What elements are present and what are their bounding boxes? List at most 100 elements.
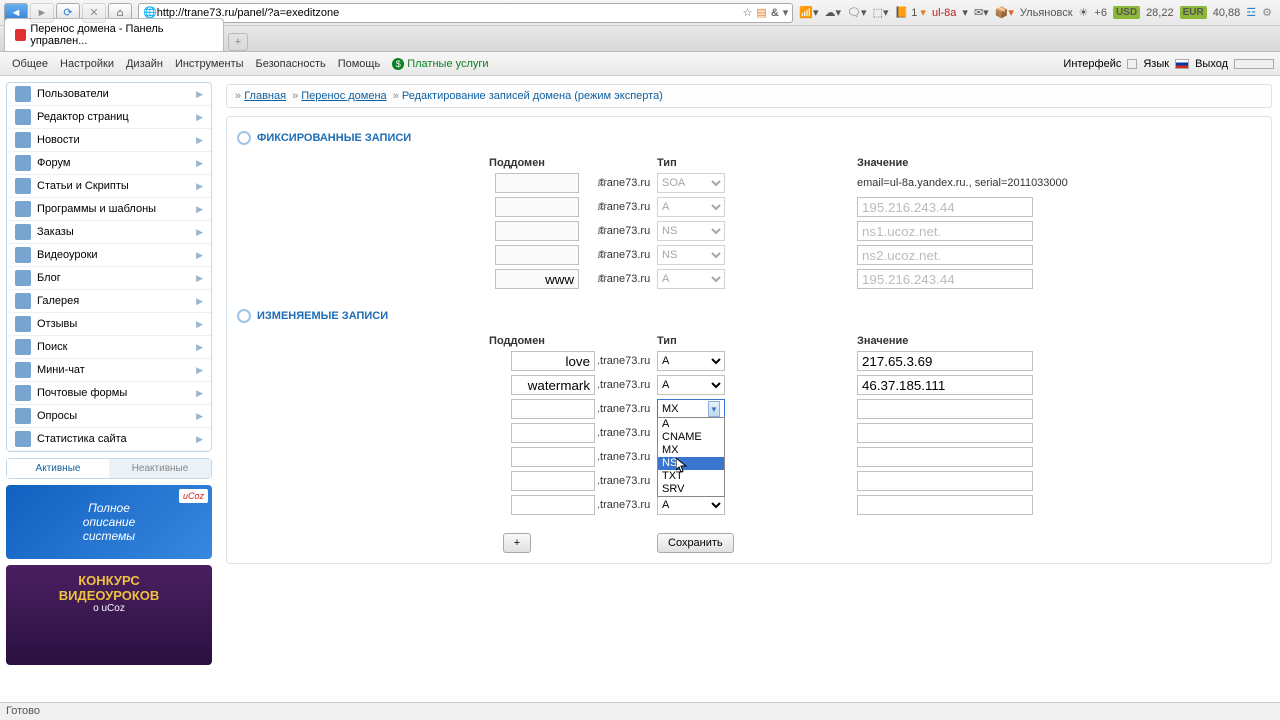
cube-icon[interactable]: 📦▾ <box>995 6 1014 19</box>
subdomain-input[interactable] <box>511 423 595 443</box>
sidebar-item-5[interactable]: Программы и шаблоны▶ <box>7 198 211 221</box>
sidebar-icon <box>15 339 31 355</box>
browser-tab[interactable]: Перенос домена - Панель управлен... <box>4 18 224 51</box>
chevron-right-icon: ▶ <box>196 365 203 376</box>
iface-toggle-icon[interactable] <box>1127 59 1137 69</box>
banner-contest[interactable]: КОНКУРС ВИДЕОУРОКОВ о uCoz <box>6 565 212 665</box>
subdomain-input[interactable] <box>511 399 595 419</box>
value-input[interactable] <box>857 471 1033 491</box>
sidebar-item-14[interactable]: Опросы▶ <box>7 405 211 428</box>
rank-badge[interactable]: 📙 1 ▾ <box>894 6 925 19</box>
sidebar-item-label: Редактор страниц <box>37 111 129 123</box>
subdomain-input[interactable] <box>511 447 595 467</box>
menu-help[interactable]: Помощь <box>332 58 387 70</box>
dropdown-option[interactable]: MX <box>658 444 724 457</box>
menu-security[interactable]: Безопасность <box>250 58 332 70</box>
balloon-icon[interactable]: 🗨▾ <box>847 6 867 19</box>
menu-paid[interactable]: Платные услуги <box>386 58 494 70</box>
menu-settings[interactable]: Настройки <box>54 58 120 70</box>
mail-icon[interactable]: ✉▾ <box>974 6 989 19</box>
value-input[interactable] <box>857 423 1033 443</box>
iface-label[interactable]: Интерфейс <box>1063 58 1121 70</box>
sidebar-item-label: Опросы <box>37 410 77 422</box>
header-type: Тип <box>657 157 857 169</box>
amp-icon[interactable]: & <box>771 7 779 19</box>
breadcrumb-transfer[interactable]: Перенос домена <box>301 90 386 102</box>
sidebar-item-10[interactable]: Отзывы▶ <box>7 313 211 336</box>
type-select[interactable]: A <box>657 375 725 395</box>
new-tab-button[interactable]: + <box>228 33 248 51</box>
sidebar-item-label: Статьи и Скрипты <box>37 180 129 192</box>
sidebar-item-8[interactable]: Блог▶ <box>7 267 211 290</box>
address-bar[interactable]: 🌐 ☆ ▤ & ▾ <box>138 3 793 23</box>
domain-suffix: .trane73.ru <box>597 379 657 391</box>
app-icon[interactable]: ⬚▾ <box>873 6 889 19</box>
sidebar-item-1[interactable]: Редактор страниц▶ <box>7 106 211 129</box>
forward-button[interactable]: ► <box>30 3 54 23</box>
dropdown-option[interactable]: CNAME <box>658 431 724 444</box>
sidebar-item-6[interactable]: Заказы▶ <box>7 221 211 244</box>
menu-tools[interactable]: Инструменты <box>169 58 250 70</box>
type-select-open[interactable]: MX▼ <box>657 399 725 419</box>
add-row-button[interactable]: + <box>503 533 531 553</box>
subdomain-input[interactable] <box>511 375 595 395</box>
subdomain-input[interactable] <box>511 471 595 491</box>
sidebar-item-label: Почтовые формы <box>37 387 127 399</box>
edit-row: .trane73.ruA <box>237 373 1261 397</box>
sidebar-item-7[interactable]: Видеоуроки▶ <box>7 244 211 267</box>
type-select[interactable]: A <box>657 351 725 371</box>
value-input[interactable] <box>857 495 1033 515</box>
value-input[interactable] <box>857 375 1033 395</box>
value-input[interactable] <box>857 351 1033 371</box>
save-button[interactable]: Сохранить <box>657 533 734 553</box>
sync-icon[interactable]: ☲ <box>1246 6 1256 19</box>
dropdown-option[interactable]: TXT <box>658 470 724 483</box>
cloud-icon[interactable]: ☁▾ <box>825 6 842 19</box>
dropdown-arrow-icon[interactable]: ▼ <box>708 401 720 417</box>
menu-design[interactable]: Дизайн <box>120 58 169 70</box>
subdomain-input[interactable] <box>511 351 595 371</box>
sidebar-item-label: Блог <box>37 272 61 284</box>
dropdown-icon[interactable]: ▾ <box>783 6 789 19</box>
dropdown-option[interactable]: NS <box>658 457 724 470</box>
sidebar-item-9[interactable]: Галерея▶ <box>7 290 211 313</box>
subdomain-input[interactable] <box>511 495 595 515</box>
sidebar-item-11[interactable]: Поиск▶ <box>7 336 211 359</box>
sidebar-item-2[interactable]: Новости▶ <box>7 129 211 152</box>
sidebar-item-3[interactable]: Форум▶ <box>7 152 211 175</box>
zoom-slider[interactable] <box>1234 59 1274 69</box>
star-icon[interactable]: ☆ <box>743 6 753 19</box>
lang-label[interactable]: Язык <box>1143 58 1169 70</box>
sidebar-item-0[interactable]: Пользователи▶ <box>7 83 211 106</box>
tab-inactive[interactable]: Неактивные <box>109 459 211 478</box>
banner-system-description[interactable]: Полное описание системы uCoz <box>6 485 212 559</box>
type-select[interactable]: A <box>657 495 725 515</box>
value-input[interactable] <box>857 447 1033 467</box>
fixed-row: ⚙.trane73.ruSOAemail=ul-8a.yandex.ru., s… <box>237 171 1261 195</box>
tab-active[interactable]: Активные <box>7 459 109 478</box>
user-label[interactable]: ul-8a <box>932 7 956 19</box>
sidebar-item-label: Отзывы <box>37 318 77 330</box>
sidebar-item-12[interactable]: Мини-чат▶ <box>7 359 211 382</box>
signal-icon[interactable]: 📶▾ <box>799 6 818 19</box>
breadcrumb-home[interactable]: Главная <box>244 90 286 102</box>
gear-icon[interactable]: ⚙ <box>1262 6 1272 19</box>
dropdown-option[interactable]: A <box>658 418 724 431</box>
feed-icon[interactable]: ▤ <box>756 6 766 19</box>
dropdown-option[interactable]: SRV <box>658 483 724 496</box>
url-input[interactable] <box>157 7 743 19</box>
type-dropdown-list[interactable]: ACNAMEMXNSTXTSRV <box>657 417 725 497</box>
gear-icon: ⚙ <box>597 200 611 214</box>
sidebar-item-15[interactable]: Статистика сайта▶ <box>7 428 211 451</box>
domain-suffix: .trane73.ru <box>597 451 657 463</box>
sidebar-icon <box>15 224 31 240</box>
chevron-right-icon: ▶ <box>196 158 203 169</box>
flag-ru-icon[interactable] <box>1175 59 1189 69</box>
sidebar-item-13[interactable]: Почтовые формы▶ <box>7 382 211 405</box>
value-input[interactable] <box>857 399 1033 419</box>
exit-link[interactable]: Выход <box>1195 58 1228 70</box>
stop-button[interactable]: ✕ <box>82 3 106 23</box>
sidebar-item-4[interactable]: Статьи и Скрипты▶ <box>7 175 211 198</box>
menu-general[interactable]: Общее <box>6 58 54 70</box>
subdomain-input <box>495 173 579 193</box>
